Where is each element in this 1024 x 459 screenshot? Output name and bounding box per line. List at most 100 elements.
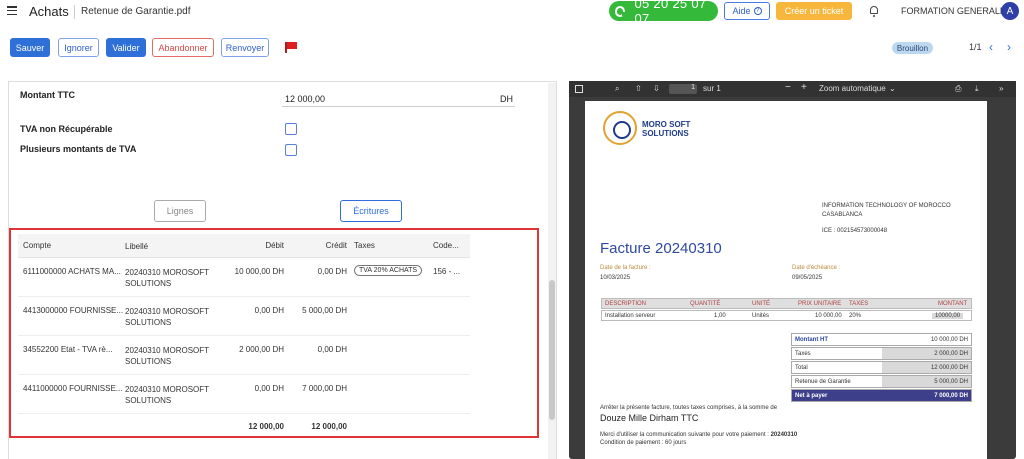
chevron-left-icon[interactable]: ‹ — [989, 40, 993, 54]
cell-credit: 7 000,00 DH — [302, 384, 347, 393]
app-title[interactable]: Achats — [29, 4, 69, 19]
due-date: 09/05/2025 — [792, 275, 823, 281]
zoom-in-icon[interactable]: + — [801, 82, 807, 93]
page-number-input[interactable]: 1 — [669, 84, 697, 94]
montant-ttc-value: 12 000,00 — [285, 94, 326, 104]
pdf-page: MORO SOFT SOLUTIONS INFORMATION TECHNOLO… — [585, 101, 987, 459]
avatar[interactable]: A — [1001, 2, 1019, 20]
retenue-value: 5 000,00 DH — [934, 379, 968, 385]
cell-libelle: 20240310 MOROSOFT SOLUTIONS — [125, 268, 209, 288]
table-row[interactable]: 4413000000 FOURNISSE... 20240310 MOROSOF… — [18, 298, 470, 336]
recipient-name: INFORMATION TECHNOLOGY OF MOROCCO — [822, 203, 951, 209]
cell-debit: 10 000,00 DH — [234, 267, 284, 276]
cell-libelle: 20240310 MOROSOFT SOLUTIONS — [125, 346, 209, 366]
logo-line-1: MORO SOFT — [642, 120, 691, 129]
header-taxes[interactable]: Taxes — [354, 241, 375, 250]
col-taxes: TAXES — [849, 301, 869, 307]
abandon-button[interactable]: Abandonner — [152, 38, 214, 57]
header-code[interactable]: Code... — [433, 241, 459, 250]
line-quantite: 1,00 — [714, 313, 726, 319]
resend-button[interactable]: Renvoyer — [221, 38, 269, 57]
tva-non-recuperable-label: TVA non Récupérable — [20, 124, 113, 134]
montant-ht-label: Montant HT — [795, 337, 828, 343]
phone-number: 05 20 25 07 07 — [634, 0, 707, 26]
organization-name[interactable]: FORMATION GENERALE — [901, 6, 1006, 16]
page-count: sur 1 — [703, 84, 721, 93]
table-row[interactable]: 6111000000 ACHATS MA... 20240310 MOROSOF… — [18, 259, 470, 297]
zoom-select[interactable]: Zoom automatique — [819, 84, 886, 93]
search-icon[interactable]: ⌕ — [615, 84, 619, 94]
more-tools-icon[interactable]: » — [999, 84, 1003, 93]
tab-ecritures[interactable]: Écritures — [340, 200, 402, 222]
line-unite: Unités — [752, 313, 770, 319]
cell-debit: 2 000,00 DH — [239, 345, 284, 354]
header-libelle[interactable]: Libellé — [125, 241, 220, 252]
grid-header: Compte Libellé Débit Crédit Taxes Code..… — [18, 234, 470, 258]
help-label: Aide — [732, 6, 751, 16]
invoice-date-label: Date de la facture : — [600, 265, 651, 271]
plusieurs-tva-checkbox[interactable] — [285, 144, 297, 156]
cell-code: 156 - ... — [433, 267, 461, 276]
payment-instructions: Merci d'utiliser la communication suivan… — [600, 431, 797, 447]
total-credit: 12 000,00 — [311, 422, 347, 431]
total-row: Total 12 000,00 DH — [791, 361, 972, 374]
retenue-label: Retenue de Garantie — [795, 379, 851, 385]
cell-compte: 4413000000 FOURNISSE... — [23, 306, 124, 315]
document-title: Retenue de Garantie.pdf — [81, 6, 191, 17]
due-date-label: Date d'échéance : — [792, 265, 841, 271]
chevron-right-icon[interactable]: › — [1007, 40, 1011, 54]
cell-credit: 5 000,00 DH — [302, 306, 347, 315]
create-ticket-button[interactable]: Créer un ticket — [776, 2, 852, 20]
payment-reference-line: Merci d'utiliser la communication suivan… — [600, 431, 797, 439]
question-icon: ? — [753, 7, 762, 15]
action-toolbar: Sauver Ignorer Valider Abandonner Renvoy… — [0, 38, 1024, 57]
save-button[interactable]: Sauver — [10, 38, 50, 57]
zoom-out-icon[interactable]: − — [785, 82, 791, 93]
arrow-up-icon[interactable]: ⇧ — [635, 84, 642, 93]
line-description: Installation serveur — [605, 313, 656, 319]
flag-icon[interactable] — [285, 42, 297, 53]
arrow-down-icon[interactable]: ⇩ — [653, 84, 660, 93]
header-compte[interactable]: Compte — [23, 241, 51, 250]
montant-ttc-label: Montant TTC — [20, 90, 75, 100]
total-value: 12 000,00 DH — [930, 365, 968, 371]
taxes-label: Taxes — [795, 351, 811, 357]
total-label: Total — [795, 365, 808, 371]
ice-number: ICE : 002154573000048 — [822, 228, 888, 234]
logo-line-2: SOLUTIONS — [642, 129, 689, 138]
divider — [74, 5, 75, 19]
company-logo-icon — [603, 111, 637, 145]
montant-ttc-input[interactable]: 12 000,00 DH — [282, 89, 515, 107]
recipient-city: CASABLANCA — [822, 212, 863, 218]
cell-compte: 6111000000 ACHATS MA... — [23, 267, 121, 276]
col-quantite: QUANTITÉ — [690, 301, 721, 307]
phone-support-button[interactable]: 05 20 25 07 07 — [609, 0, 718, 26]
hamburger-menu-icon[interactable] — [7, 6, 17, 15]
scrollbar-thumb[interactable] — [549, 280, 555, 420]
header-credit[interactable]: Crédit — [326, 241, 347, 250]
top-bar: Achats Retenue de Garantie.pdf 05 20 25 … — [0, 0, 1024, 26]
bell-icon[interactable] — [870, 6, 878, 17]
col-unite: UNITÉ — [752, 301, 770, 307]
table-row[interactable]: 34552200 Etat - TVA rè... 20240310 MOROS… — [18, 337, 470, 375]
validate-button[interactable]: Valider — [106, 38, 146, 57]
chevron-down-icon[interactable]: ⌄ — [889, 84, 896, 93]
header-debit[interactable]: Débit — [265, 241, 284, 250]
amount-in-words: Douze Mille Dirham TTC — [600, 413, 699, 423]
col-description: DESCRIPTION — [605, 301, 647, 307]
download-icon[interactable]: ⤓ — [975, 84, 979, 94]
ignore-button[interactable]: Ignorer — [58, 38, 99, 57]
pager-count: 1/1 — [969, 42, 982, 52]
print-icon[interactable]: ⎙ — [955, 84, 961, 94]
col-prix: PRIX UNITAIRE — [798, 301, 842, 307]
cell-debit: 0,00 DH — [254, 384, 284, 393]
company-logo-text: MORO SOFT SOLUTIONS — [642, 120, 690, 138]
payment-terms: Condition de paiement : 60 jours — [600, 440, 687, 446]
help-button[interactable]: Aide ? — [724, 2, 770, 20]
sidebar-toggle-icon[interactable] — [575, 85, 583, 93]
status-badge: Brouillon — [892, 42, 933, 54]
tva-non-recuperable-checkbox[interactable] — [285, 123, 297, 135]
tab-lignes[interactable]: Lignes — [154, 200, 206, 222]
taxes-value: 2 000,00 DH — [934, 351, 968, 357]
table-row[interactable]: 4411000000 FOURNISSE... 20240310 MOROSOF… — [18, 376, 470, 414]
